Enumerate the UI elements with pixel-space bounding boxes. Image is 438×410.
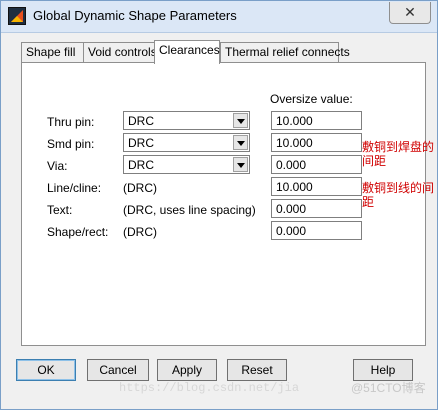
via-label: Via:: [47, 159, 68, 173]
tab-thermal-relief-connects[interactable]: Thermal relief connects: [220, 42, 350, 62]
watermark-badge: @51CTO博客: [351, 381, 426, 395]
chevron-down-icon[interactable]: [233, 113, 248, 128]
thru-pin-oversize-field[interactable]: 10.000: [271, 111, 362, 130]
title-bar[interactable]: Global Dynamic Shape Parameters ✕: [1, 1, 437, 33]
tab-label: Clearances: [159, 43, 220, 57]
tab-label: Shape fill: [26, 45, 76, 59]
text-oversize-field[interactable]: 0.000: [271, 199, 362, 218]
apply-button[interactable]: Apply: [157, 359, 217, 381]
smd-pin-select[interactable]: DRC: [123, 133, 250, 152]
watermark-url: https://blog.csdn.net/jia: [119, 381, 300, 395]
app-icon: [8, 7, 26, 25]
chevron-down-icon[interactable]: [233, 135, 248, 150]
close-icon: ✕: [404, 4, 416, 20]
thru-pin-select-value: DRC: [128, 114, 154, 128]
tab-clearances[interactable]: Clearances: [154, 40, 220, 64]
pad-clearance-note: 敷铜到焊盘的 间距: [362, 140, 434, 168]
via-select-value: DRC: [128, 158, 154, 172]
smd-pin-oversize-field[interactable]: 10.000: [271, 133, 362, 152]
pad-clearance-note-line2: 间距: [362, 154, 387, 168]
tab-label: Void controls: [88, 45, 157, 59]
chevron-down-icon[interactable]: [233, 157, 248, 172]
cancel-button[interactable]: Cancel: [87, 359, 149, 381]
line-cline-label: Line/cline:: [47, 181, 102, 195]
tab-label: Thermal relief connects: [225, 45, 350, 59]
reset-button[interactable]: Reset: [227, 359, 287, 381]
text-method: (DRC, uses line spacing): [123, 203, 256, 217]
window-title: Global Dynamic Shape Parameters: [33, 8, 237, 23]
close-button[interactable]: ✕: [389, 2, 431, 24]
text-label: Text:: [47, 203, 73, 217]
help-button[interactable]: Help: [353, 359, 413, 381]
smd-pin-select-value: DRC: [128, 136, 154, 150]
line-cline-method: (DRC): [123, 181, 157, 195]
pad-clearance-note-line1: 敷铜到焊盘的: [362, 140, 435, 154]
line-clearance-note-line1: 敷铜到线的间: [362, 181, 435, 195]
thru-pin-label: Thru pin:: [47, 115, 95, 129]
tab-shape-fill[interactable]: Shape fill: [21, 42, 84, 62]
dialog-window: Global Dynamic Shape Parameters ✕ Shape …: [0, 0, 438, 410]
line-cline-oversize-field[interactable]: 10.000: [271, 177, 362, 196]
shape-rect-oversize-field[interactable]: 0.000: [271, 221, 362, 240]
line-clearance-note-line2: 距: [362, 195, 375, 209]
via-select[interactable]: DRC: [123, 155, 250, 174]
shape-rect-label: Shape/rect:: [47, 225, 109, 239]
smd-pin-label: Smd pin:: [47, 137, 95, 151]
tab-void-controls[interactable]: Void controls: [83, 42, 157, 62]
via-oversize-field[interactable]: 0.000: [271, 155, 362, 174]
ok-button[interactable]: OK: [16, 359, 76, 381]
line-clearance-note: 敷铜到线的间 距: [362, 181, 434, 209]
thru-pin-select[interactable]: DRC: [123, 111, 250, 130]
shape-rect-method: (DRC): [123, 225, 157, 239]
oversize-header: Oversize value:: [270, 92, 353, 106]
